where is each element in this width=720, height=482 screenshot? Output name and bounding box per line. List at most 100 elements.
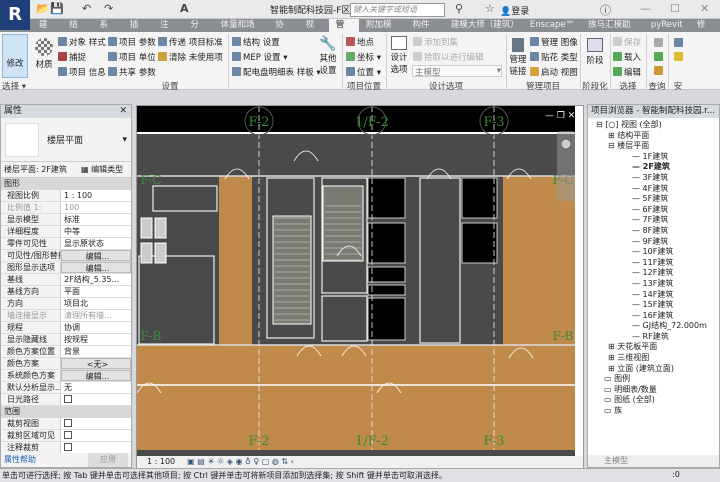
group-graphics[interactable]: 图形	[1, 178, 131, 190]
star-icon[interactable]: ☆	[485, 2, 495, 15]
select-by-id-button[interactable]	[654, 52, 665, 63]
undo-icon[interactable]: ↶	[82, 2, 91, 15]
tree-level-2[interactable]: — 3F建筑	[594, 173, 719, 184]
structural-settings-button[interactable]: 结构 设置	[232, 36, 280, 48]
panel-schedule-button[interactable]: 配电盘明细表 样板 ▾	[232, 66, 321, 78]
property-value[interactable]	[61, 418, 131, 429]
tab-16[interactable]: 修改	[690, 19, 720, 43]
tree-floor-plans[interactable]: ⊟ 楼层平面	[594, 141, 719, 152]
edit-selection-button[interactable]: 编辑	[613, 66, 641, 78]
startup-view-button[interactable]: 启动 视图	[530, 66, 578, 78]
tab-1[interactable]: 结构	[62, 19, 92, 43]
tree-root-3[interactable]: ▭ 族	[594, 406, 719, 417]
tab-4[interactable]: 注释	[153, 19, 183, 43]
decal-types-button[interactable]: 贴花 类型	[530, 51, 578, 63]
property-value[interactable]: 背景	[61, 346, 131, 357]
tree-level-17[interactable]: — RF建筑	[594, 332, 719, 343]
pick-to-edit-button[interactable]: 拾取以进行编辑	[413, 51, 484, 63]
checkbox[interactable]	[64, 431, 72, 439]
open-icon[interactable]: 📂	[36, 2, 50, 15]
project-units-button[interactable]: 项目 单位	[108, 51, 156, 63]
material-button[interactable]: 材质	[32, 38, 56, 70]
checkbox[interactable]	[64, 443, 72, 451]
tree-structural-plans[interactable]: ⊞ 结构平面	[594, 131, 719, 142]
property-value[interactable]: 平面	[61, 286, 131, 297]
design-options-button[interactable]: 设计选项	[389, 36, 409, 75]
tree-level-5[interactable]: — 6F建筑	[594, 205, 719, 216]
checkbox[interactable]	[64, 395, 72, 403]
tree-level-10[interactable]: — 11F建筑	[594, 258, 719, 269]
login-button[interactable]: 👤登录	[500, 4, 529, 17]
close-button[interactable]: ✕	[700, 2, 709, 15]
property-value[interactable]: 100	[61, 202, 131, 213]
property-edit-button[interactable]: 编辑...	[61, 250, 131, 261]
property-value[interactable]	[61, 430, 131, 441]
tab-11[interactable]: 构件坞	[406, 19, 444, 43]
drawing-view[interactable]: F-2F-21/F-21/F-2F-3F-3F-CF-CF-BF-B— ❐ ✕ …	[136, 105, 584, 468]
tree-level-12[interactable]: — 13F建筑	[594, 279, 719, 290]
tab-12[interactable]: 建模大师（建筑）	[444, 19, 523, 32]
close-icon[interactable]: ✕	[119, 105, 127, 118]
manage-images-button[interactable]: 管理 图像	[530, 36, 578, 48]
property-edit-button[interactable]: 编辑...	[61, 370, 131, 381]
coordinates-button[interactable]: 坐标 ▾	[346, 51, 381, 63]
workset-select[interactable]: 主模型	[588, 455, 719, 467]
tree-views-root[interactable]: ⊟ [○] 视图 (全部)	[594, 120, 719, 131]
location-button[interactable]: 地点	[346, 36, 374, 48]
maximize-button[interactable]: ☐	[670, 2, 680, 15]
property-value[interactable]: 协调	[61, 322, 131, 333]
type-selector[interactable]: 楼层平面 ▾	[1, 118, 131, 162]
phases-button[interactable]: 阶段	[583, 38, 607, 66]
redo-icon[interactable]: ↷	[104, 2, 113, 15]
tree-level-8[interactable]: — 9F建筑	[594, 237, 719, 248]
tab-13[interactable]: Enscape™	[523, 19, 581, 32]
snaps-button[interactable]: 捕捉	[58, 51, 86, 63]
tree-root-0[interactable]: ▭ 图例	[594, 374, 719, 385]
property-edit-button[interactable]: <无>	[61, 358, 131, 369]
tab-2[interactable]: 系统	[93, 19, 123, 43]
property-value[interactable]: 标准	[61, 214, 131, 225]
add-to-set-button[interactable]: 添加到集	[413, 36, 458, 48]
search-input[interactable]: 键入关键字或短语	[350, 3, 445, 17]
position-button[interactable]: 位置 ▾	[346, 66, 381, 78]
save-icon[interactable]: 💾	[50, 2, 64, 15]
manage-links-button[interactable]: 管理链接	[508, 38, 528, 77]
minimize-button[interactable]: —	[640, 2, 651, 15]
tree-views-other-0[interactable]: ⊞ 天花板平面	[594, 342, 719, 353]
app-logo[interactable]: R	[0, 0, 30, 30]
tab-9[interactable]: 管理	[328, 19, 360, 43]
warnings-button[interactable]	[654, 66, 665, 77]
other-settings-button[interactable]: 🔧 其他设置	[318, 36, 338, 76]
shared-parameters-button[interactable]: 共享 参数	[108, 66, 156, 78]
tree-level-13[interactable]: — 14F建筑	[594, 290, 719, 301]
tab-15[interactable]: pyRevit	[644, 19, 690, 32]
view-scale[interactable]: 1 : 100	[147, 457, 175, 466]
tab-6[interactable]: 体量和场地	[214, 19, 269, 43]
design-option-select[interactable]: 主模型 ▾	[412, 65, 502, 78]
property-value[interactable]	[61, 442, 131, 453]
property-value[interactable]: 中等	[61, 226, 131, 237]
tree-views-other-2[interactable]: ⊞ 立面 (建筑立面)	[594, 364, 719, 375]
select-panel-label[interactable]: 选择 ▾	[2, 80, 32, 92]
property-value[interactable]	[61, 394, 131, 405]
apply-button[interactable]: 应用	[88, 453, 128, 467]
tree-root-2[interactable]: ▭ 图纸 (全部)	[594, 395, 719, 406]
edit-type-button[interactable]: ▦ 编辑类型	[81, 162, 123, 177]
group-extents[interactable]: 范围	[1, 406, 131, 418]
floor-plan-canvas[interactable]: F-2F-21/F-21/F-2F-3F-3F-CF-CF-BF-B— ❐ ✕	[136, 106, 583, 456]
property-value[interactable]: 1 : 100	[61, 190, 131, 201]
tree-level-0[interactable]: — 1F建筑	[594, 152, 719, 163]
tab-10[interactable]: 附加模块	[359, 19, 406, 43]
property-value[interactable]: 按规程	[61, 334, 131, 345]
properties-help-link[interactable]: 属性帮助	[4, 453, 36, 467]
checkbox[interactable]	[64, 419, 72, 427]
transfer-standards-button[interactable]: 传递 项目标准	[158, 36, 223, 48]
tree-level-6[interactable]: — 7F建筑	[594, 215, 719, 226]
ids-button[interactable]	[654, 38, 665, 49]
load-selection-button[interactable]: 载入	[613, 51, 641, 63]
macro-button[interactable]	[674, 52, 685, 63]
tree-views-other-1[interactable]: ⊞ 三维视图	[594, 353, 719, 364]
tab-14[interactable]: 族马汇模助手	[581, 19, 644, 43]
property-value[interactable]: 清理所有墙...	[61, 310, 131, 321]
tree-root-1[interactable]: ▭ 明细表/数量	[594, 385, 719, 396]
